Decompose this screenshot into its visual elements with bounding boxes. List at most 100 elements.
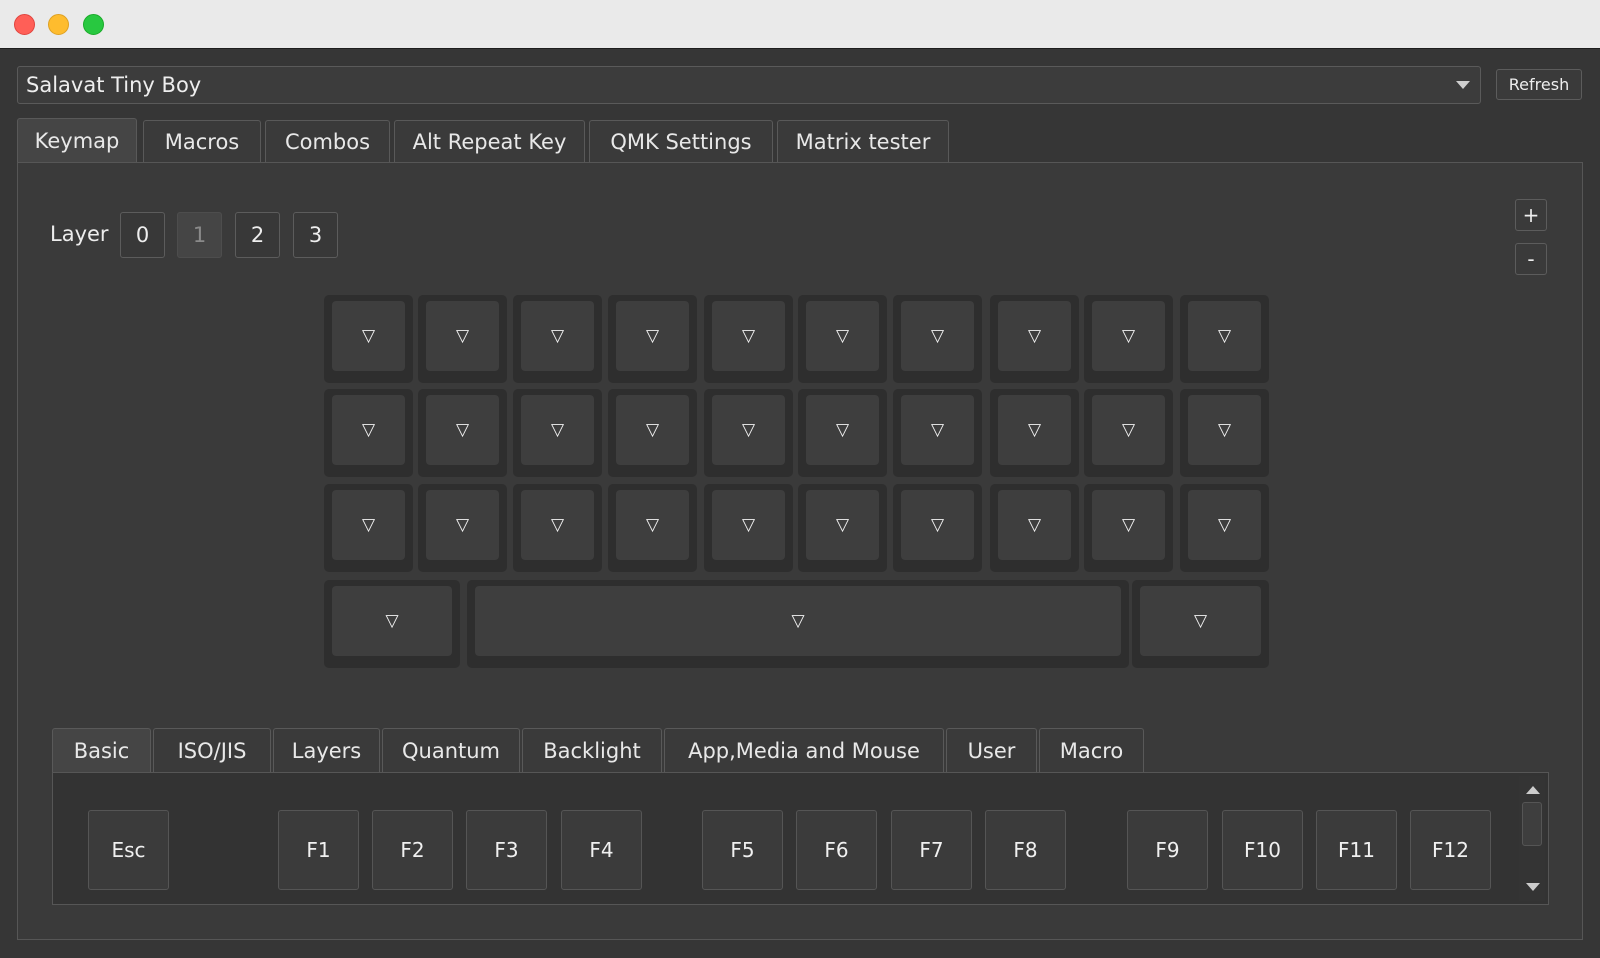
refresh-button[interactable]: Refresh — [1496, 69, 1582, 100]
key-glyph: ▽ — [901, 301, 974, 371]
key-r2-c5[interactable]: ▽ — [798, 484, 887, 572]
scroll-down-icon[interactable] — [1526, 883, 1540, 891]
keycode-f2[interactable]: F2 — [372, 810, 453, 890]
key-r2-c7[interactable]: ▽ — [990, 484, 1079, 572]
zoom-out-button[interactable]: - — [1515, 243, 1547, 275]
key-glyph: ▽ — [616, 395, 689, 465]
tab-backlight[interactable]: Backlight — [522, 728, 662, 772]
keycode-f8[interactable]: F8 — [985, 810, 1066, 890]
key-glyph: ▽ — [1092, 490, 1165, 560]
key-r0-c5[interactable]: ▽ — [798, 295, 887, 383]
tab-alt-repeat-key[interactable]: Alt Repeat Key — [394, 120, 585, 162]
key-glyph: ▽ — [616, 490, 689, 560]
key-r0-c7[interactable]: ▽ — [990, 295, 1079, 383]
key-r1-c6[interactable]: ▽ — [893, 389, 982, 477]
key-r0-c0[interactable]: ▽ — [324, 295, 413, 383]
key-glyph: ▽ — [901, 395, 974, 465]
maximize-window-button[interactable] — [83, 14, 104, 35]
key-r1-c5[interactable]: ▽ — [798, 389, 887, 477]
key-r1-c7[interactable]: ▽ — [990, 389, 1079, 477]
tab-macros[interactable]: Macros — [143, 120, 261, 162]
key-r3-left[interactable]: ▽ — [324, 580, 460, 668]
tab-layers[interactable]: Layers — [273, 728, 380, 772]
keycode-f3[interactable]: F3 — [466, 810, 547, 890]
keycode-esc[interactable]: Esc — [88, 810, 169, 890]
tab-quantum[interactable]: Quantum — [382, 728, 520, 772]
key-r1-c8[interactable]: ▽ — [1084, 389, 1173, 477]
key-r1-c0[interactable]: ▽ — [324, 389, 413, 477]
tab-matrix-tester[interactable]: Matrix tester — [777, 120, 949, 162]
key-glyph: ▽ — [712, 490, 785, 560]
key-glyph: ▽ — [1092, 395, 1165, 465]
key-glyph: ▽ — [426, 490, 499, 560]
tab-user[interactable]: User — [946, 728, 1037, 772]
key-glyph: ▽ — [426, 395, 499, 465]
keycode-f4[interactable]: F4 — [561, 810, 642, 890]
key-r2-c6[interactable]: ▽ — [893, 484, 982, 572]
key-r1-c2[interactable]: ▽ — [513, 389, 602, 477]
key-r2-c8[interactable]: ▽ — [1084, 484, 1173, 572]
key-r0-c3[interactable]: ▽ — [608, 295, 697, 383]
tab-qmk-settings[interactable]: QMK Settings — [589, 120, 773, 162]
key-r2-c0[interactable]: ▽ — [324, 484, 413, 572]
key-r2-c2[interactable]: ▽ — [513, 484, 602, 572]
layer-3-button[interactable]: 3 — [293, 212, 338, 258]
layer-2-button[interactable]: 2 — [235, 212, 280, 258]
layer-0-button[interactable]: 0 — [120, 212, 165, 258]
keycode-f10[interactable]: F10 — [1222, 810, 1303, 890]
device-select[interactable]: Salavat Tiny Boy — [17, 66, 1481, 104]
keycode-scrollbar[interactable] — [1519, 776, 1545, 901]
tab-combos[interactable]: Combos — [265, 120, 390, 162]
key-glyph: ▽ — [712, 395, 785, 465]
key-glyph: ▽ — [521, 301, 594, 371]
keycode-f5[interactable]: F5 — [702, 810, 783, 890]
key-r2-c4[interactable]: ▽ — [704, 484, 793, 572]
key-r0-c1[interactable]: ▽ — [418, 295, 507, 383]
zoom-in-button[interactable]: + — [1515, 199, 1547, 231]
key-glyph: ▽ — [998, 490, 1071, 560]
key-r2-c3[interactable]: ▽ — [608, 484, 697, 572]
key-r0-c9[interactable]: ▽ — [1180, 295, 1269, 383]
keycode-f7[interactable]: F7 — [891, 810, 972, 890]
key-r0-c8[interactable]: ▽ — [1084, 295, 1173, 383]
key-r2-c9[interactable]: ▽ — [1180, 484, 1269, 572]
scroll-thumb[interactable] — [1522, 802, 1542, 846]
minimize-window-button[interactable] — [48, 14, 69, 35]
key-glyph: ▽ — [806, 301, 879, 371]
keycode-f6[interactable]: F6 — [796, 810, 877, 890]
chevron-down-icon — [1456, 81, 1470, 89]
key-glyph: ▽ — [1140, 586, 1261, 656]
keycode-f11[interactable]: F11 — [1316, 810, 1397, 890]
scroll-up-icon[interactable] — [1526, 786, 1540, 794]
key-r0-c4[interactable]: ▽ — [704, 295, 793, 383]
key-glyph: ▽ — [521, 395, 594, 465]
keycode-f9[interactable]: F9 — [1127, 810, 1208, 890]
close-window-button[interactable] — [14, 14, 35, 35]
tab-keymap[interactable]: Keymap — [17, 118, 137, 162]
key-glyph: ▽ — [616, 301, 689, 371]
key-glyph: ▽ — [998, 395, 1071, 465]
tab-macro[interactable]: Macro — [1039, 728, 1144, 772]
tab-iso-jis[interactable]: ISO/JIS — [153, 728, 271, 772]
key-r1-c9[interactable]: ▽ — [1180, 389, 1269, 477]
key-glyph: ▽ — [1092, 301, 1165, 371]
key-r1-c1[interactable]: ▽ — [418, 389, 507, 477]
key-glyph: ▽ — [426, 301, 499, 371]
key-glyph: ▽ — [712, 301, 785, 371]
key-r3-space[interactable]: ▽ — [467, 580, 1129, 668]
key-r1-c4[interactable]: ▽ — [704, 389, 793, 477]
tab-basic[interactable]: Basic — [52, 728, 151, 772]
key-glyph: ▽ — [998, 301, 1071, 371]
tab-app-media-mouse[interactable]: App,Media and Mouse — [664, 728, 944, 772]
key-glyph: ▽ — [1188, 490, 1261, 560]
keycode-f1[interactable]: F1 — [278, 810, 359, 890]
key-r1-c3[interactable]: ▽ — [608, 389, 697, 477]
key-r3-right[interactable]: ▽ — [1132, 580, 1269, 668]
device-select-value: Salavat Tiny Boy — [26, 73, 202, 97]
key-r0-c6[interactable]: ▽ — [893, 295, 982, 383]
layer-1-button[interactable]: 1 — [177, 212, 222, 258]
key-r2-c1[interactable]: ▽ — [418, 484, 507, 572]
key-r0-c2[interactable]: ▽ — [513, 295, 602, 383]
layer-label: Layer — [50, 222, 109, 246]
keycode-f12[interactable]: F12 — [1410, 810, 1491, 890]
